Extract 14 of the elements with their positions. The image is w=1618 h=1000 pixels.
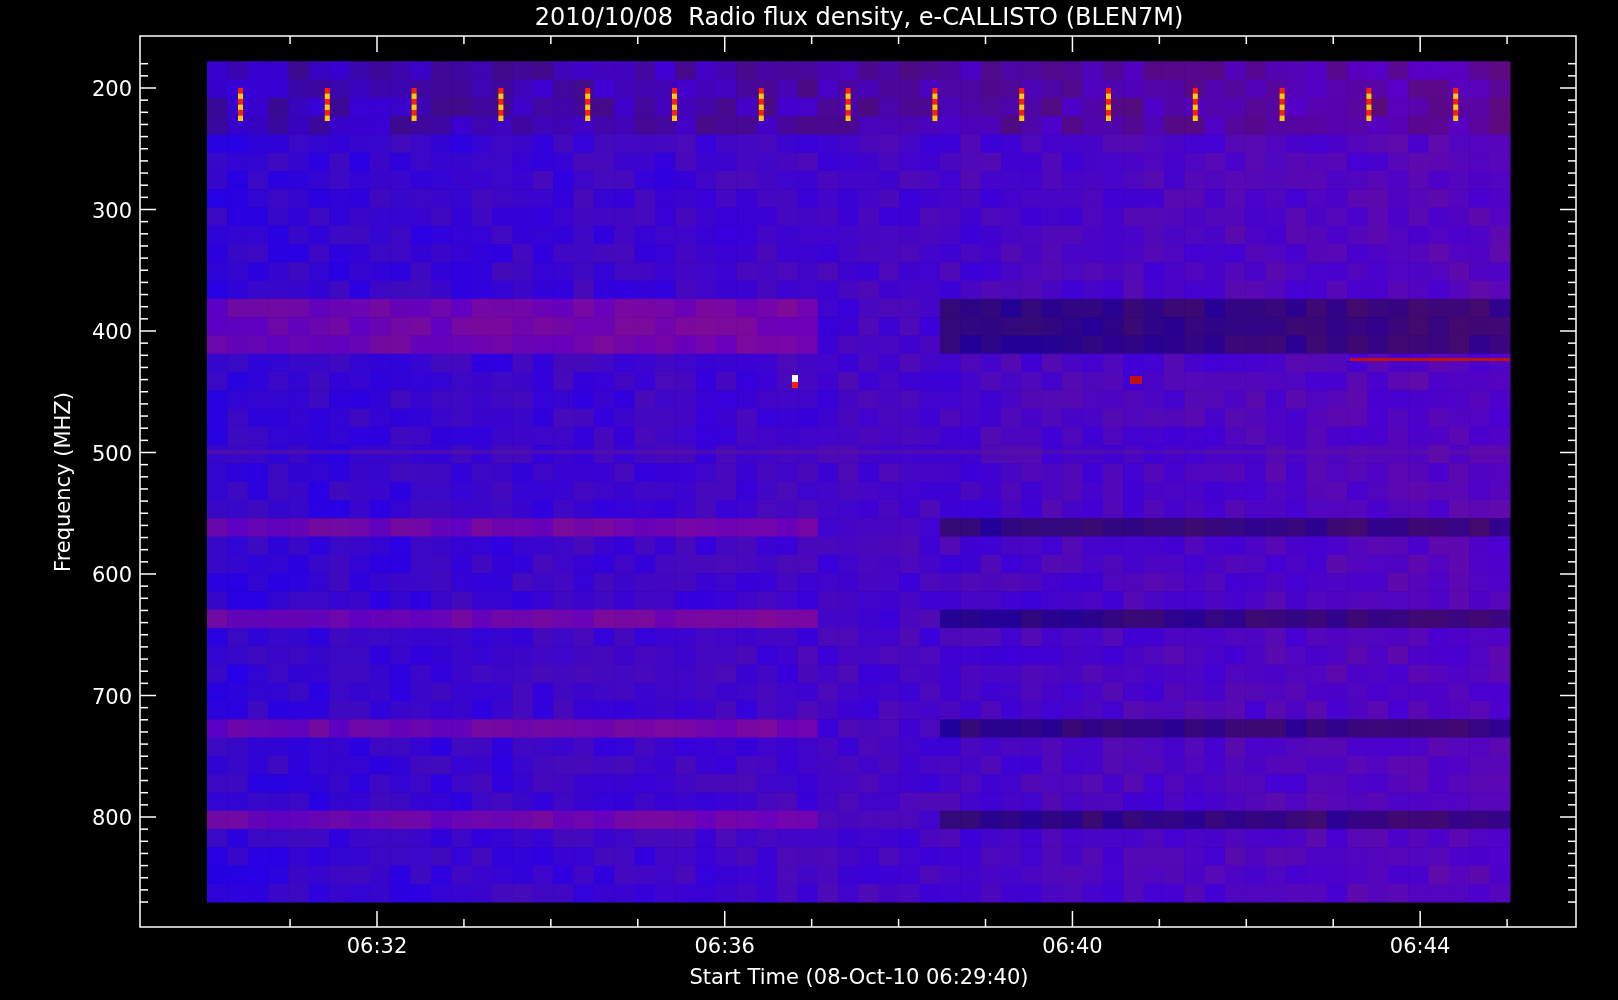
- y-tick-label: 700: [91, 684, 132, 709]
- y-tick-label: 200: [91, 77, 132, 101]
- x-axis-label: Start Time (08-Oct-10 06:29:40): [689, 964, 1029, 990]
- chart-title: 2010/10/08 Radio flux density, e-CALLISTO (BLEN7M): [534, 2, 1184, 33]
- y-tick-label: 300: [91, 198, 132, 223]
- x-tick-label: 06:32: [346, 934, 408, 958]
- x-tick-label: 06:44: [1389, 934, 1451, 958]
- y-tick-label: 500: [91, 441, 132, 466]
- x-tick-label: 06:40: [1042, 934, 1103, 958]
- y-tick-label: 600: [91, 563, 132, 587]
- x-tick-label: 06:36: [694, 934, 755, 958]
- y-axis-label: Frequency (MHZ): [51, 392, 75, 572]
- y-tick-label: 400: [91, 320, 132, 344]
- y-tick-label: 800: [91, 806, 132, 830]
